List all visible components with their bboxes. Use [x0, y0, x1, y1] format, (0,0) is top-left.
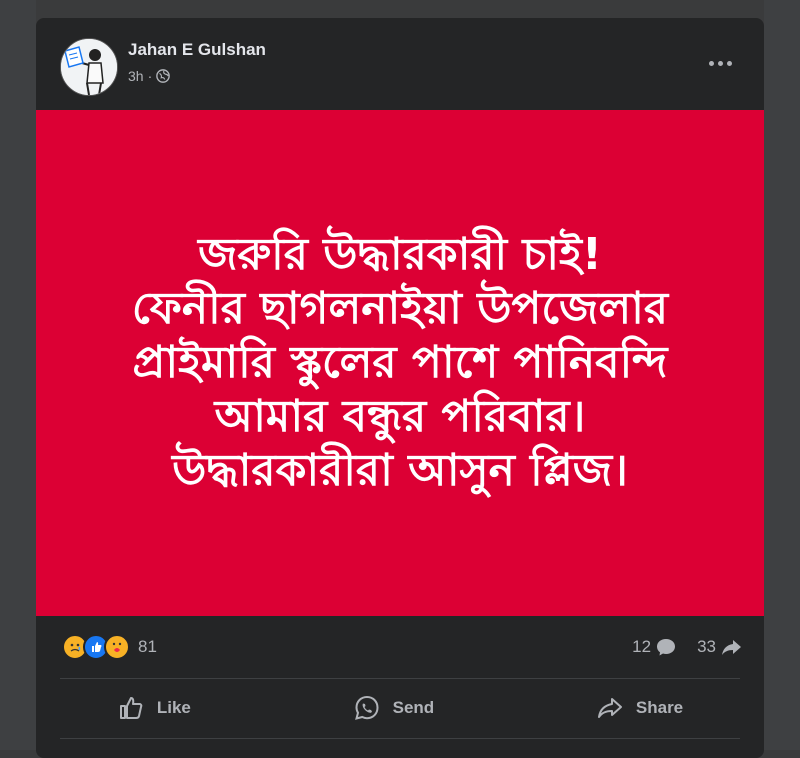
avatar[interactable]: [60, 38, 118, 96]
send-label: Send: [392, 698, 435, 717]
stats-divider: [60, 678, 740, 679]
engagement-counts: 12 33: [632, 636, 742, 658]
post-image-text: জরুরি উদ্ধারকারী চাই! ফেনীর ছাগলনাইয়া উ…: [102, 228, 698, 498]
share-count-value: 33: [697, 637, 716, 656]
thumbs-up-icon: [119, 697, 143, 719]
like-button[interactable]: Like: [77, 686, 231, 730]
comment-count[interactable]: 12: [632, 636, 677, 658]
post-image[interactable]: জরুরি উদ্ধারকারী চাই! ফেনীর ছাগলনাইয়া উ…: [36, 110, 764, 616]
image-text-line: প্রাইমারি স্কুলের পাশে পানিবন্দি: [132, 337, 668, 388]
post-header: Jahan E Gulshan 3h ·: [36, 18, 764, 110]
image-text-line: ফেনীর ছাগলনাইয়া উপজেলার: [131, 283, 669, 334]
post-stats: 81 12 33: [36, 616, 764, 678]
whatsapp-icon: [354, 695, 379, 720]
post-card: Jahan E Gulshan 3h · জরুরি উদ্ধারকারী চা…: [36, 18, 764, 758]
comment-count-value: 12: [632, 637, 652, 656]
image-text-line: আমার বন্ধুর পরিবার।: [214, 391, 586, 442]
comment-icon: [657, 639, 676, 656]
dot-icon: [708, 60, 714, 66]
more-options-button[interactable]: [700, 48, 740, 78]
post-meta: 3h ·: [128, 68, 171, 84]
like-label: Like: [156, 698, 191, 717]
share-count[interactable]: 33: [697, 636, 742, 658]
page-background-right: [764, 0, 800, 750]
avatar-illustration-icon: [61, 39, 117, 95]
image-text-line: জরুরি উদ্ধারকারী চাই!: [198, 229, 602, 280]
share-arrow-icon: [722, 640, 741, 655]
meta-separator: ·: [147, 68, 153, 84]
reaction-count: 81: [138, 637, 157, 656]
globe-icon[interactable]: [156, 69, 171, 83]
dot-icon: [726, 60, 732, 66]
dot-icon: [717, 60, 723, 66]
share-label: Share: [635, 698, 684, 717]
share-button[interactable]: Share: [556, 686, 723, 730]
care-react-icon: [104, 634, 130, 660]
post-time[interactable]: 3h: [128, 68, 144, 84]
post-actions: Like Send Share: [36, 684, 764, 732]
send-button[interactable]: Send: [313, 686, 475, 730]
author-name[interactable]: Jahan E Gulshan: [128, 40, 266, 60]
image-text-line: উদ্ধারকারীরা আসুন প্লিজ।: [172, 445, 628, 496]
actions-divider: [60, 738, 740, 739]
page-background-left: [0, 0, 36, 750]
reactions-summary[interactable]: 81: [62, 634, 157, 660]
share-icon: [597, 698, 622, 718]
